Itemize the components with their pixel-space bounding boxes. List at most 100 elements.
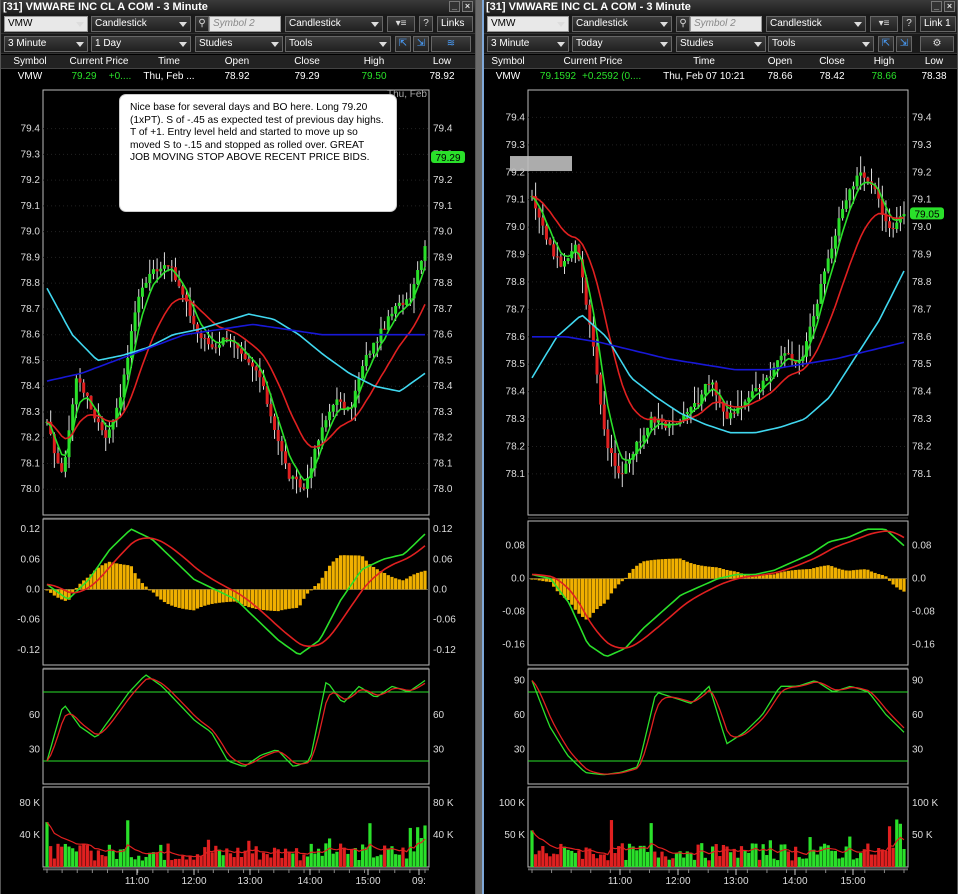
price-tick-label: 78.6: [21, 330, 41, 341]
minimize-icon[interactable]: _: [449, 1, 460, 12]
tools-select[interactable]: Tools: [768, 36, 874, 52]
stoch-tick-label-right: 60: [912, 710, 924, 721]
histogram-bar: [305, 589, 310, 594]
volume-bar: [595, 858, 599, 867]
candle: [273, 416, 277, 430]
volume-bar: [320, 855, 324, 867]
volume-bar: [287, 852, 291, 867]
volume-bar: [859, 852, 863, 867]
list-menu-icon[interactable]: ▾≡: [870, 16, 898, 32]
quote-change: +0.2592 (0....: [582, 71, 642, 82]
range-select[interactable]: 1 Day: [91, 36, 191, 52]
histogram-bar: [148, 589, 152, 591]
candle: [758, 388, 762, 390]
symbol-input[interactable]: VMW: [487, 16, 569, 32]
studies-select[interactable]: Studies: [676, 36, 766, 52]
histogram-bar: [786, 570, 791, 579]
histogram-bar: [159, 589, 163, 600]
candle: [606, 429, 610, 449]
zoom-icon[interactable]: ⇱: [878, 36, 894, 52]
histogram-bar: [265, 589, 269, 611]
zoom-icon[interactable]: ⇱: [395, 36, 411, 52]
last-price-tag-label: 79.05: [914, 209, 939, 220]
histogram-bar: [287, 589, 291, 609]
volume-bar: [617, 846, 621, 867]
price-tick-label: 79.3: [506, 140, 526, 151]
help-icon[interactable]: ?: [419, 16, 433, 32]
volume-bar: [258, 859, 262, 867]
expand-icon[interactable]: ⇲: [896, 36, 912, 52]
price-tick-label: 78.2: [506, 441, 526, 452]
chart-type-select[interactable]: Candlestick: [572, 16, 672, 32]
price-tick-label-right: 78.3: [912, 414, 932, 425]
settings-icon[interactable]: ⚙: [920, 36, 954, 52]
histogram-bar: [656, 559, 661, 579]
volume-bar: [364, 847, 368, 867]
link-button[interactable]: Link 1: [920, 16, 956, 32]
candle: [620, 473, 624, 475]
interval-select[interactable]: 3 Minute: [4, 36, 88, 52]
volume-tick-label: 100 K: [499, 798, 525, 809]
settings-icon[interactable]: ≋: [431, 36, 471, 52]
tools-select[interactable]: Tools: [285, 36, 391, 52]
col-low: Low: [432, 56, 452, 67]
candle: [729, 412, 733, 419]
macd-tick-label-right: 0.0: [433, 584, 447, 595]
volume-bar: [530, 830, 534, 867]
search-icon[interactable]: ⚲: [195, 16, 209, 32]
candle: [823, 271, 827, 284]
list-menu-icon[interactable]: ▾≡: [387, 16, 415, 32]
close-icon[interactable]: ×: [462, 1, 473, 12]
histogram-bar: [851, 570, 856, 579]
volume-bar: [609, 820, 614, 867]
chart-type2-select[interactable]: Candlestick: [766, 16, 866, 32]
symbol2-input[interactable]: Symbol 2: [690, 16, 762, 32]
histogram-bar: [258, 589, 262, 610]
window-title-bar[interactable]: [31] VMWARE INC CL A COM - 3 Minute _ ×: [484, 0, 957, 14]
histogram-bar: [291, 589, 295, 609]
quote-high: 78.66: [871, 71, 897, 82]
window-title-bar[interactable]: [31] VMWARE INC CL A COM - 3 Minute _ ×: [1, 0, 475, 14]
window-title: [31] VMWARE INC CL A COM - 3 Minute: [3, 1, 208, 13]
volume-bar: [45, 822, 49, 867]
volume-bar: [394, 854, 398, 867]
price-tick-label: 78.0: [21, 484, 41, 495]
chart-area-right[interactable]: 79.4 79.479.3 79.379.2 79.279.1 79.179.0 79.0…: [484, 85, 958, 894]
histogram-bar: [830, 566, 834, 579]
links-button[interactable]: Links: [437, 16, 473, 32]
range-select[interactable]: Today: [572, 36, 672, 52]
price-tick-label: 78.8: [506, 277, 526, 288]
help-icon[interactable]: ?: [902, 16, 916, 32]
chart-window-right: [31] VMWARE INC CL A COM - 3 Minute _ × V…: [482, 0, 958, 894]
minimize-icon[interactable]: _: [931, 1, 942, 12]
volume-bar: [221, 855, 225, 867]
last-price-tag-label: 79.29: [435, 153, 460, 164]
candle: [192, 315, 196, 325]
interval-select[interactable]: 3 Minute: [487, 36, 569, 52]
volume-bar: [555, 854, 559, 867]
quote-row[interactable]: VMW 79.1592 +0.2592 (0.... Thu, Feb 07 1…: [484, 69, 957, 85]
histogram-bar: [613, 578, 617, 589]
symbol-input[interactable]: VMW: [4, 16, 88, 32]
close-icon[interactable]: ×: [944, 1, 955, 12]
price-tick-label: 78.1: [21, 458, 41, 469]
expand-icon[interactable]: ⇲: [413, 36, 429, 52]
histogram-bar: [819, 566, 823, 579]
histogram-bar: [383, 572, 387, 590]
price-tick-label-right: 78.7: [912, 304, 932, 315]
col-open: Open: [224, 56, 250, 67]
volume-bar: [721, 844, 726, 867]
price-tick-label-right: 79.2: [433, 175, 453, 186]
search-icon[interactable]: ⚲: [676, 16, 690, 32]
studies-select[interactable]: Studies: [195, 36, 283, 52]
histogram-bar: [104, 563, 108, 590]
chart-type2-select[interactable]: Candlestick: [285, 16, 383, 32]
volume-bar: [313, 853, 317, 867]
col-time: Time: [158, 56, 180, 67]
candle: [203, 338, 207, 340]
candle: [56, 453, 60, 464]
symbol2-input[interactable]: Symbol 2: [209, 16, 281, 32]
chart-type-select[interactable]: Candlestick: [91, 16, 191, 32]
quote-row[interactable]: VMW 79.29 +0.... Thu, Feb ... 78.92 79.2…: [1, 69, 475, 85]
candle: [335, 399, 339, 405]
